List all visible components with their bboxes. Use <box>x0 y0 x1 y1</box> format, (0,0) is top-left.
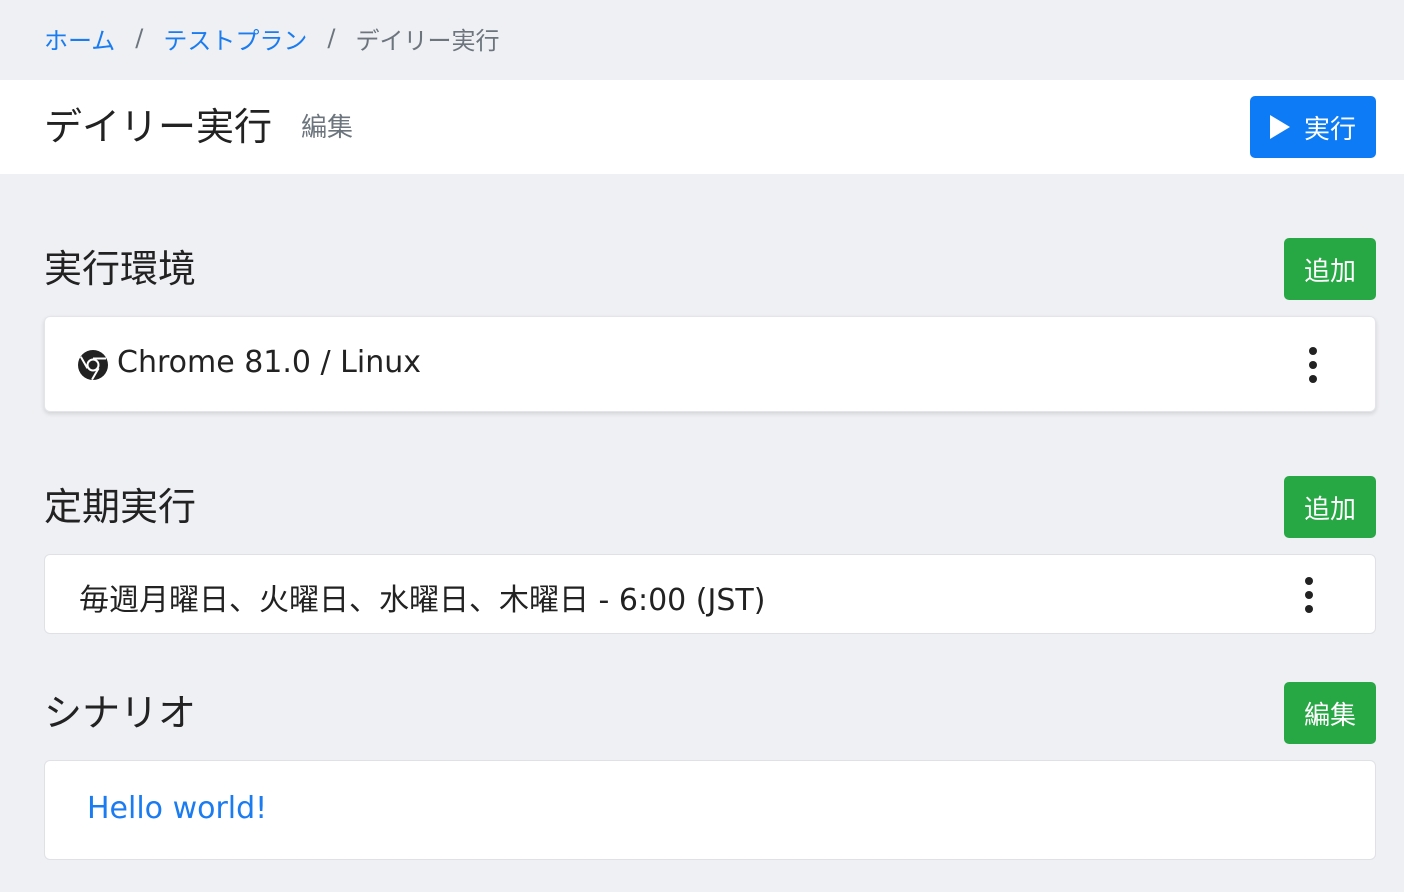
edit-scenario-button[interactable]: 編集 <box>1284 682 1376 744</box>
add-schedule-button[interactable]: 追加 <box>1284 476 1376 538</box>
add-environment-button[interactable]: 追加 <box>1284 238 1376 300</box>
edit-title-link[interactable]: 編集 <box>301 110 353 146</box>
environments-section-title: 実行環境 <box>44 247 197 291</box>
schedule-card: 毎週月曜日、火曜日、水曜日、木曜日 - 6:00 (JST) <box>44 554 1376 634</box>
run-button-label: 実行 <box>1303 114 1356 145</box>
breadcrumb-testplan-link[interactable]: テストプラン <box>163 21 307 56</box>
chrome-icon <box>78 350 108 381</box>
scenario-link[interactable]: Hello world! <box>87 791 267 826</box>
breadcrumb-current: デイリー実行 <box>355 26 500 55</box>
breadcrumb-home-link[interactable]: ホーム <box>44 21 115 56</box>
scenario-section-title: シナリオ <box>44 691 197 735</box>
schedule-more-menu-icon[interactable] <box>1301 577 1317 613</box>
environment-label: Chrome 81.0 / Linux <box>117 345 422 380</box>
environment-card: Chrome 81.0 / Linux <box>44 316 1376 412</box>
environment-more-menu-icon[interactable] <box>1305 347 1321 383</box>
breadcrumb-separator: / <box>135 24 144 52</box>
scenario-card: Hello world! <box>44 760 1376 860</box>
breadcrumb-separator: / <box>327 24 336 52</box>
page-header: デイリー実行 編集 実行 <box>0 80 1404 174</box>
breadcrumb: ホーム / テストプラン / デイリー実行 <box>44 18 499 58</box>
play-icon <box>1269 115 1290 139</box>
run-button[interactable]: 実行 <box>1250 96 1376 158</box>
schedule-label: 毎週月曜日、火曜日、水曜日、木曜日 - 6:00 (JST) <box>79 583 766 618</box>
schedule-section-title: 定期実行 <box>44 485 197 529</box>
page-title: デイリー実行 <box>44 105 273 149</box>
